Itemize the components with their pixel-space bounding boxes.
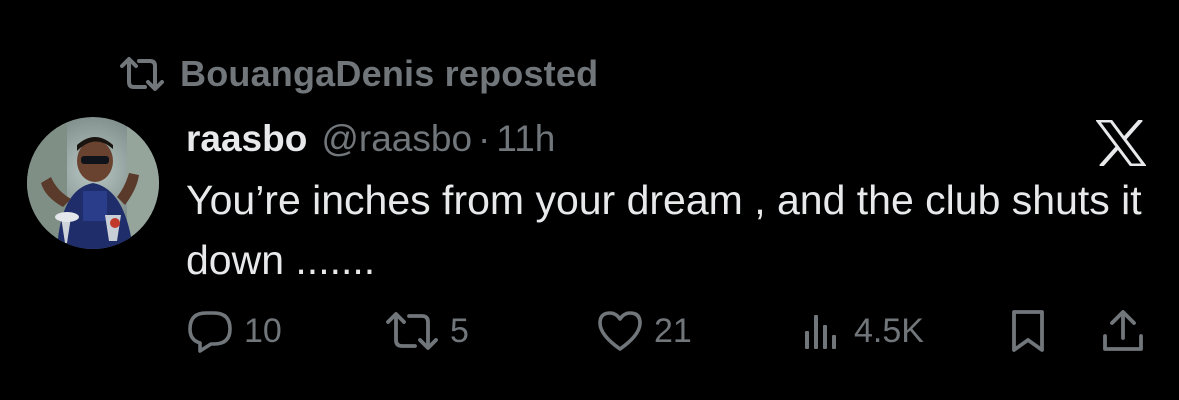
views-icon [800, 309, 844, 353]
author-name[interactable]: raasbo [186, 118, 307, 160]
reply-button[interactable]: 10 [186, 306, 282, 356]
separator-dot: · [478, 118, 491, 159]
reply-icon [186, 308, 234, 354]
repost-text: BouangaDenis reposted [180, 53, 599, 94]
repost-icon [118, 54, 166, 94]
share-icon [1100, 308, 1146, 354]
bookmark-icon [1008, 308, 1048, 354]
share-button[interactable] [1100, 306, 1146, 356]
heart-icon [596, 309, 644, 353]
x-logo-icon [1096, 120, 1146, 166]
retweet-icon [384, 309, 440, 353]
like-count: 21 [654, 311, 692, 350]
author-handle[interactable]: @raasbo [321, 118, 472, 160]
repost-banner[interactable]: BouangaDenis reposted [118, 52, 598, 96]
bookmark-button[interactable] [1008, 306, 1048, 356]
like-button[interactable]: 21 [596, 306, 692, 356]
retweet-button[interactable]: 5 [384, 306, 469, 356]
retweet-count: 5 [450, 311, 469, 350]
tweet-header: raasbo @raasbo · 11h [186, 113, 555, 165]
views-button[interactable]: 4.5K [800, 306, 924, 356]
tweet-text: You’re inches from your dream , and the … [186, 177, 1154, 283]
reply-count: 10 [244, 311, 282, 350]
timestamp[interactable]: 11h [496, 118, 555, 160]
avatar[interactable] [27, 117, 159, 249]
views-count: 4.5K [854, 311, 924, 350]
